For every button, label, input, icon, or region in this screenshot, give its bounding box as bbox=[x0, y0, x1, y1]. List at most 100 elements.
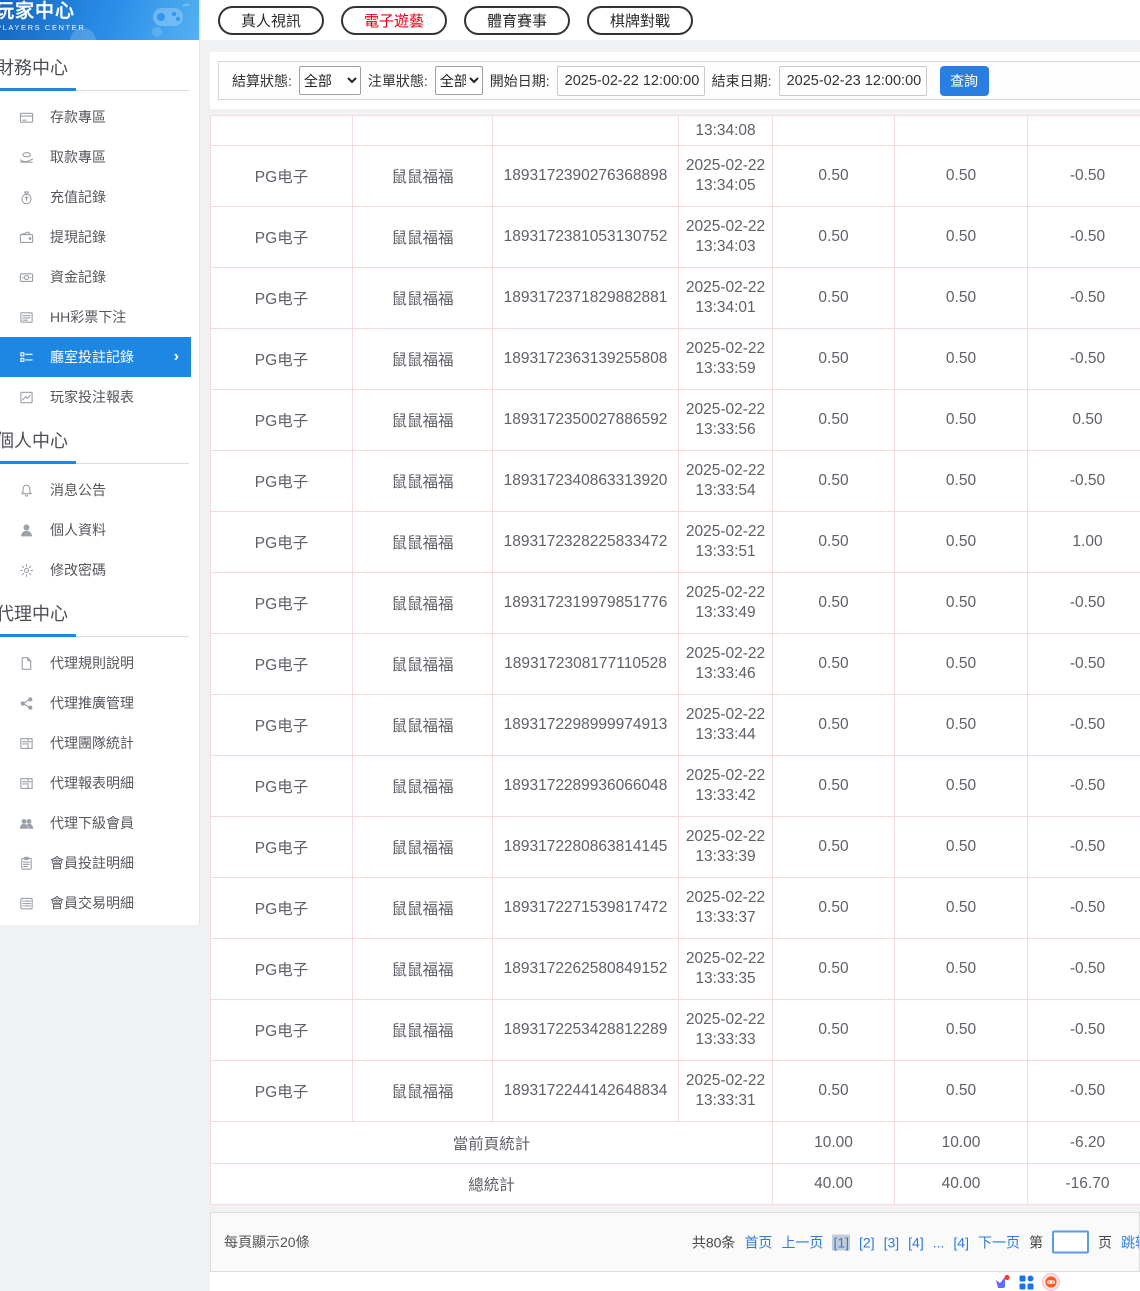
moneybag-icon bbox=[18, 189, 34, 205]
sidebar-item-hh-lottery-bets[interactable]: HH彩票下注 bbox=[0, 297, 199, 337]
pager-page-1[interactable]: [1] bbox=[832, 1234, 851, 1250]
pager-page-2[interactable]: [2] bbox=[859, 1234, 875, 1250]
bet-id-cell: 1893172308177110528 bbox=[492, 633, 679, 695]
sidebar-item-room-bet-records[interactable]: 廳室投註記錄 › bbox=[0, 337, 191, 377]
sidebar-item-agent-promotion[interactable]: 代理推廣管理 bbox=[0, 683, 199, 723]
pager-page-4[interactable]: [4] bbox=[908, 1234, 924, 1250]
sidebar-item-withdraw[interactable]: 取款專區 bbox=[0, 137, 199, 177]
sidebar-item-label: 個人資料 bbox=[50, 522, 106, 538]
time-cell: 2025-02-22 13:33:39 bbox=[678, 816, 773, 878]
bet-id-cell: 1893172381053130752 bbox=[492, 206, 679, 268]
tab-electronic-games[interactable]: 電子遊藝 bbox=[341, 5, 448, 35]
sidebar-item-funds-records[interactable]: 資金記錄 bbox=[0, 257, 199, 297]
bet-id-cell: 1893172271539817472 bbox=[492, 877, 679, 939]
sidebar-nav: 財務中心存款專區 取款專區 充值記錄 提現記錄資金記錄 HH彩票下注廳室投註記錄 › 玩家投… bbox=[0, 56, 199, 923]
time-cell: 2025-02-22 13:33:56 bbox=[678, 389, 773, 451]
valid-bet-cell: 0.50 bbox=[894, 877, 1028, 939]
sidebar-item-member-transaction-detail[interactable]: 會員交易明細 bbox=[0, 883, 199, 923]
section-heading: 財務中心 bbox=[0, 58, 68, 78]
sidebar: 玩家中心 PLAYERS CENTER 財務中心 存款專區 取款專區 充值記錄 提現記錄… bbox=[0, 0, 200, 925]
end-date-input[interactable] bbox=[778, 65, 927, 96]
valid-bet-cell: 0.50 bbox=[894, 1060, 1028, 1122]
platform-cell: PG电子 bbox=[210, 328, 353, 390]
platform-cell: PG电子 bbox=[210, 755, 353, 817]
pager-prev[interactable]: 上一页 bbox=[781, 1232, 823, 1252]
valid-bet-cell: 0.50 bbox=[894, 389, 1028, 451]
sidebar-item-recharge-records[interactable]: 充值記錄 bbox=[0, 177, 199, 217]
robot-icon[interactable] bbox=[1042, 1273, 1060, 1291]
sidebar-item-label: 修改密碼 bbox=[50, 562, 106, 578]
time-cell: 2025-02-22 13:33:35 bbox=[678, 938, 773, 1000]
pager-next[interactable]: 下一页 bbox=[978, 1232, 1020, 1252]
settle-status-select[interactable]: 全部 bbox=[298, 66, 361, 95]
sidebar-item-agent-rules[interactable]: 代理規則說明 bbox=[0, 643, 199, 683]
table-row: PG电子 鼠鼠福福 1893172298999974913 2025-02-22 13:… bbox=[210, 694, 1140, 756]
tab-board-games[interactable]: 棋牌對戰 bbox=[587, 5, 694, 35]
sidebar-item-announcements[interactable]: 消息公告 bbox=[0, 470, 199, 510]
summary-result-cell: -16.70 bbox=[1027, 1163, 1140, 1205]
platform-cell: PG电子 bbox=[210, 267, 353, 329]
sidebar-item-agent-sub-members[interactable]: 代理下級會員 bbox=[0, 803, 199, 843]
pager-first[interactable]: 首页 bbox=[744, 1232, 772, 1252]
jump-button[interactable]: 跳转 bbox=[1121, 1232, 1139, 1252]
gradient-paw-icon[interactable] bbox=[993, 1274, 1011, 1291]
sidebar-item-agent-report-detail[interactable]: 代理報表明細 bbox=[0, 763, 199, 803]
summary-valid-cell: 40.00 bbox=[894, 1163, 1028, 1205]
win-loss-cell: -0.50 bbox=[1027, 328, 1140, 390]
start-date-input[interactable] bbox=[556, 65, 705, 96]
pager-page-last[interactable]: [4] bbox=[953, 1234, 969, 1250]
bet-id-cell: 1893172244142648834 bbox=[492, 1060, 679, 1122]
order-status-select[interactable]: 全部 bbox=[434, 66, 483, 95]
bet-records-icon bbox=[18, 349, 34, 365]
search-button[interactable]: 查詢 bbox=[939, 65, 989, 96]
bet-amount-cell: 0.50 bbox=[772, 572, 895, 634]
jump-suffix: 页 bbox=[1098, 1234, 1112, 1250]
sidebar-item-label: 廳室投註記錄 bbox=[50, 349, 134, 365]
bet-id-cell: 1893172298999974913 bbox=[492, 694, 679, 756]
game-cell: 鼠鼠福福 bbox=[352, 633, 493, 695]
table-row: PG电子 鼠鼠福福 1893172271539817472 2025-02-22 13:… bbox=[210, 877, 1140, 939]
sidebar-item-profile[interactable]: 個人資料 bbox=[0, 510, 199, 550]
tab-sports[interactable]: 體育賽事 bbox=[464, 5, 571, 35]
game-cell: 鼠鼠福福 bbox=[352, 694, 493, 756]
sidebar-item-label: 代理下級會員 bbox=[50, 815, 134, 831]
summary-result-cell: -6.20 bbox=[1027, 1121, 1140, 1164]
section-items: 消息公告個人資料修改密碼 bbox=[0, 470, 199, 590]
valid-bet-cell: 0.50 bbox=[894, 633, 1028, 695]
time-cell: 2025-02-22 13:34:05 bbox=[678, 145, 773, 207]
tab-live-video[interactable]: 真人視訊 bbox=[218, 5, 325, 35]
floating-widgets bbox=[993, 1273, 1060, 1291]
valid-bet-cell: 0.50 bbox=[894, 450, 1028, 512]
table-row: PG电子 鼠鼠福福 1893172319979851776 2025-02-22 13:… bbox=[210, 572, 1140, 634]
end-date-label: 結束日期: bbox=[711, 72, 772, 89]
valid-bet-cell: 0.50 bbox=[894, 755, 1028, 817]
win-loss-cell: -0.50 bbox=[1027, 877, 1140, 939]
sidebar-item-deposit[interactable]: 存款專區 bbox=[0, 97, 199, 137]
pager-page-3[interactable]: [3] bbox=[884, 1234, 900, 1250]
time-cell: 2025-02-22 13:33:42 bbox=[678, 755, 773, 817]
pager-ellipsis: ... bbox=[932, 1234, 945, 1250]
filter-box: 結算狀態: 全部 注單狀態: 全部 開始日期: 結束日期: 查詢 bbox=[218, 61, 1140, 100]
pagination-controls: 共80条首页上一页 [1] [2] [3] [4]... [4] 下一页第 页跳转 bbox=[692, 1230, 1139, 1254]
sidebar-item-player-bet-report[interactable]: 玩家投注報表 bbox=[0, 377, 199, 417]
sidebar-item-agent-team-stats[interactable]: 代理團隊統計 bbox=[0, 723, 199, 763]
game-cell: 鼠鼠福福 bbox=[352, 1060, 493, 1122]
sidebar-item-label: 代理團隊統計 bbox=[50, 735, 134, 751]
bet-id-cell: 1893172340863313920 bbox=[492, 450, 679, 512]
game-cell: 鼠鼠福福 bbox=[352, 816, 493, 878]
valid-bet-cell: 0.50 bbox=[894, 328, 1028, 390]
chevron-right-icon: › bbox=[173, 348, 179, 365]
jump-page-input[interactable] bbox=[1052, 1230, 1089, 1254]
sidebar-item-label: 資金記錄 bbox=[50, 269, 106, 285]
blue-grid-icon[interactable] bbox=[1019, 1275, 1034, 1290]
sidebar-item-label: 消息公告 bbox=[50, 482, 106, 498]
sidebar-item-label: 會員交易明細 bbox=[50, 895, 134, 911]
time-cell: 2025-02-22 13:33:59 bbox=[678, 328, 773, 390]
sidebar-item-change-password[interactable]: 修改密碼 bbox=[0, 550, 199, 590]
game-cell: 鼠鼠福福 bbox=[352, 938, 493, 1000]
sidebar-item-withdrawal-records[interactable]: 提現記錄 bbox=[0, 217, 199, 257]
bet-id-cell: 1893172350027886592 bbox=[492, 389, 679, 451]
sidebar-item-member-bet-detail[interactable]: 會員投註明細 bbox=[0, 843, 199, 883]
platform-cell: PG电子 bbox=[210, 572, 353, 634]
platform-cell: PG电子 bbox=[210, 389, 353, 451]
